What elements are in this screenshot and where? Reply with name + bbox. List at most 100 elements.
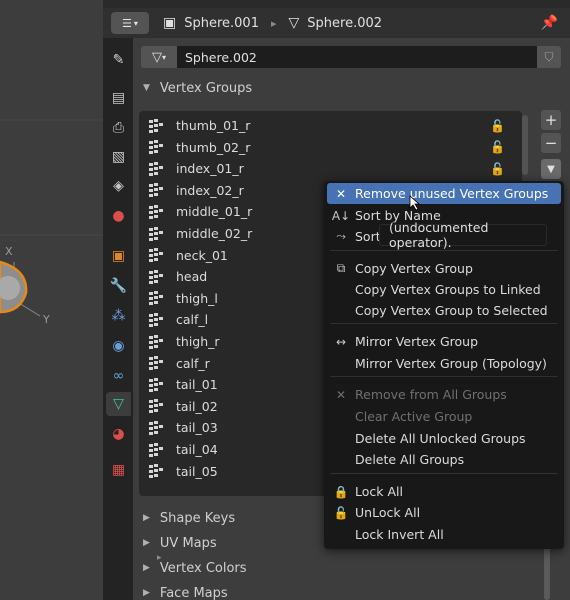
vertex-group-name[interactable]: middle_01_r <box>176 204 252 219</box>
collapsed-arrow-icon: ▶ <box>143 588 150 598</box>
particles-tab-icon[interactable]: ⁂ <box>106 304 131 328</box>
vertex-group-name[interactable]: tail_04 <box>176 442 218 457</box>
menu-item[interactable]: Copy Vertex Groups to Linked <box>327 279 561 300</box>
vertex-group-name[interactable]: tail_01 <box>176 377 218 392</box>
menu-item-label: Clear Active Group <box>355 409 473 424</box>
vertex-group-name[interactable]: middle_02_r <box>176 226 252 241</box>
vertex-colors-header[interactable]: ▶ Vertex Colors <box>133 557 570 579</box>
vertex-group-icon <box>149 464 163 479</box>
vertex-group-name[interactable]: thigh_r <box>176 334 220 349</box>
tool-tab-icon[interactable]: ✎ <box>106 48 131 72</box>
menu-item[interactable]: Lock Invert All <box>327 524 561 545</box>
face-maps-title: Face Maps <box>159 585 228 600</box>
menu-item-label: Copy Vertex Group to Selected <box>355 303 548 318</box>
object-tab-icon[interactable]: ▣ <box>106 244 131 268</box>
vertex-group-name[interactable]: index_02_r <box>176 183 244 198</box>
menu-item-label: UnLock All <box>355 505 421 520</box>
vertex-group-name[interactable]: thumb_01_r <box>176 118 250 133</box>
viewport-canvas <box>0 119 103 317</box>
expanded-arrow-icon: ▼ <box>143 83 150 93</box>
vertex-group-name[interactable]: tail_05 <box>176 464 218 479</box>
mesh-browse-button[interactable]: ▽ ▾ <box>141 46 177 68</box>
unlock-icon[interactable]: 🔓 <box>490 140 505 154</box>
menu-item-label: Lock Invert All <box>355 527 444 542</box>
vertex-group-icon <box>149 204 163 219</box>
unlock-icon[interactable]: 🔓 <box>490 162 505 176</box>
collapsed-arrow-icon: ▶ <box>143 513 150 523</box>
output-tab-icon[interactable]: ⎙ <box>106 116 131 140</box>
pin-icon[interactable]: 📌 <box>541 15 558 31</box>
unlock-icon[interactable]: 🔓 <box>490 119 505 133</box>
vertex-group-name[interactable]: calf_r <box>176 356 210 371</box>
vertex-group-icon <box>149 118 163 133</box>
view-layer-tab-icon[interactable]: ▧ <box>106 145 131 169</box>
vertex-group-name[interactable]: thumb_02_r <box>176 140 250 155</box>
vertex-group-name[interactable]: index_01_r <box>176 161 244 176</box>
menu-item[interactable]: ⧉ Copy Vertex Group <box>327 258 561 279</box>
vertex-groups-header[interactable]: ▼ Vertex Groups <box>133 77 570 99</box>
menu-item: ✕ Remove from All Groups <box>327 384 561 405</box>
mesh-data-tab-icon[interactable]: ▽ <box>106 392 131 416</box>
vertex-group-icon <box>149 140 163 155</box>
vertex-group-icon <box>149 442 163 457</box>
menu-separator <box>330 323 558 324</box>
properties-tabs: ✎ ▤ ⎙ ▧ ◈ ● ▣ 🔧 ⁂ ◉ ∞ ▽ ◕ ▦ <box>103 38 133 600</box>
3d-viewport[interactable]: X Y <box>0 0 103 600</box>
scene-tab-icon[interactable]: ◈ <box>106 174 131 198</box>
vertex-group-icon <box>149 161 163 176</box>
breadcrumb-object-label: Sphere.001 <box>184 15 259 31</box>
remove-vertex-group-button[interactable]: − <box>541 133 561 153</box>
axis-x-label: X <box>5 245 13 258</box>
fake-user-shield-icon[interactable]: ⛉ <box>537 46 561 68</box>
mouse-cursor-icon <box>409 195 421 211</box>
add-vertex-group-button[interactable]: + <box>541 110 561 130</box>
vertex-group-icon <box>149 291 163 306</box>
menu-item[interactable]: Mirror Vertex Group (Topology) <box>327 353 561 374</box>
menu-item[interactable]: Copy Vertex Group to Selected <box>327 300 561 321</box>
x-icon: ✕ <box>335 387 347 402</box>
menu-item[interactable]: Delete All Unlocked Groups <box>327 428 561 449</box>
uv-maps-title: UV Maps <box>159 535 217 551</box>
menu-item-label: Mirror Vertex Group <box>355 334 479 349</box>
face-maps-header[interactable]: ▶ Face Maps <box>133 582 570 600</box>
vertex-group-row[interactable]: index_01_r 🔓 <box>139 158 522 179</box>
menu-item[interactable]: 🔓 UnLock All <box>327 502 561 523</box>
world-tab-icon[interactable]: ● <box>106 204 131 228</box>
constraints-tab-icon[interactable]: ∞ <box>106 364 131 388</box>
mesh-name-field[interactable]: Sphere.002 <box>177 46 537 68</box>
vertex-group-name[interactable]: tail_02 <box>176 399 218 414</box>
shape-keys-title: Shape Keys <box>159 510 236 526</box>
x-icon: ✕ <box>335 186 347 201</box>
vertex-group-row[interactable]: thumb_01_r 🔓 <box>139 115 522 136</box>
vertex-group-name[interactable]: thigh_l <box>176 291 218 306</box>
mesh-data-icon: ▽ <box>288 15 300 31</box>
vertex-group-row[interactable]: thumb_02_r 🔓 <box>139 137 522 158</box>
material-tab-icon[interactable]: ◕ <box>106 422 131 446</box>
vertex-group-specials-button[interactable]: ▼ <box>541 159 561 179</box>
lock-open-icon: 🔓 <box>333 505 349 520</box>
object-cube-icon: ▣ <box>163 15 177 31</box>
editor-type-button[interactable]: ☰ ▾ <box>111 12 149 34</box>
render-tab-icon[interactable]: ▤ <box>106 86 131 110</box>
vertex-group-icon <box>149 183 163 198</box>
menu-item: Clear Active Group <box>327 406 561 427</box>
menu-separator <box>330 250 558 251</box>
texture-tab-icon[interactable]: ▦ <box>106 458 131 482</box>
vertex-group-icon <box>149 334 163 349</box>
properties-header: ☰ ▾ ▣ Sphere.001 ▸ ▽ Sphere.002 📌 <box>103 8 570 38</box>
vertex-group-name[interactable]: neck_01 <box>176 248 228 263</box>
menu-item[interactable]: ✕ Remove unused Vertex Groups <box>327 183 561 204</box>
menu-item-label: Remove from All Groups <box>355 387 507 402</box>
menu-item[interactable]: ↔ Mirror Vertex Group <box>327 331 561 352</box>
vertex-group-name[interactable]: calf_l <box>176 312 208 327</box>
vertex-group-name[interactable]: tail_03 <box>176 420 218 435</box>
chevron-down-icon: ▾ <box>133 18 138 28</box>
vertex-group-icon <box>149 312 163 327</box>
list-scrollbar[interactable] <box>522 115 528 175</box>
menu-item[interactable]: 🔒 Lock All <box>327 481 561 502</box>
breadcrumb-separator-icon: ▸ <box>270 16 277 30</box>
modifier-tab-icon[interactable]: 🔧 <box>106 274 131 298</box>
vertex-group-name[interactable]: head <box>176 269 207 284</box>
menu-item[interactable]: Delete All Groups <box>327 449 561 470</box>
physics-tab-icon[interactable]: ◉ <box>106 334 131 358</box>
